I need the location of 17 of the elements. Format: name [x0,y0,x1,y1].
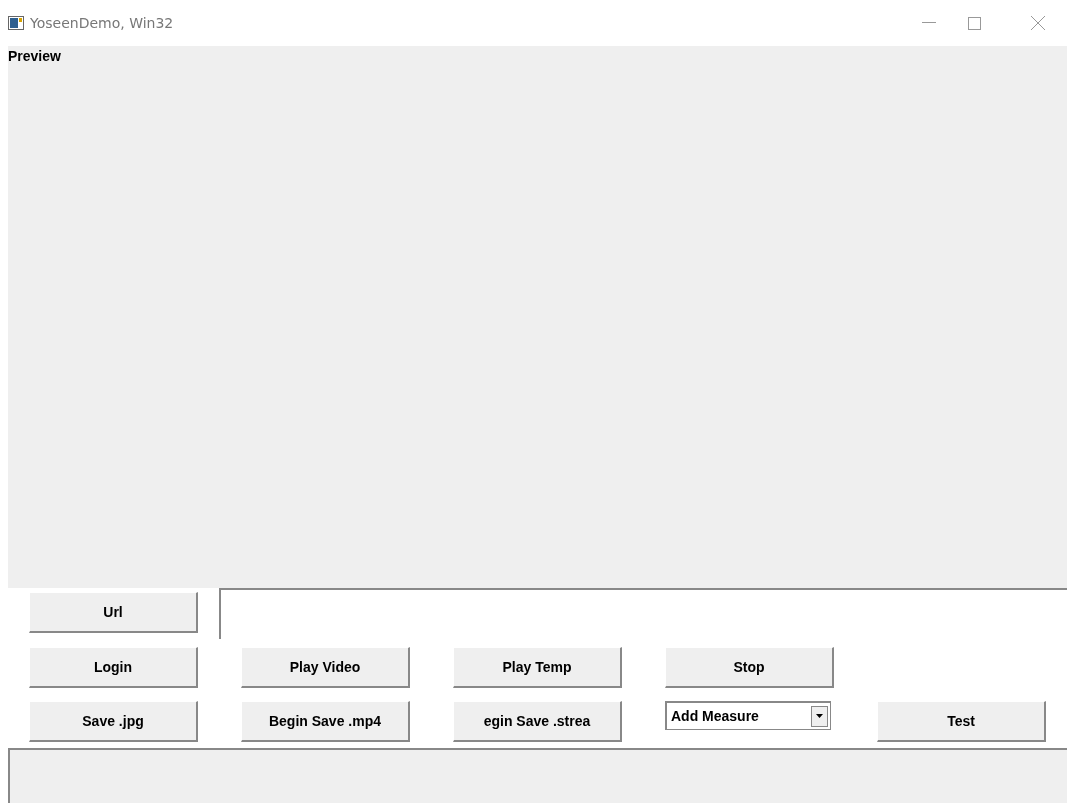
push-button[interactable]: Play Video [241,647,410,688]
window-title: YoseenDemo, Win32 [30,15,174,31]
url-button[interactable]: Url [29,592,198,633]
push-button[interactable]: Stop [665,647,834,688]
url-field[interactable] [219,588,1067,639]
push-button[interactable]: egin Save .strea [453,701,622,742]
push-button[interactable]: Test [877,701,1046,742]
push-button[interactable]: Begin Save .mp4 [241,701,410,742]
measure-dropdown[interactable]: Add Measure [665,701,831,730]
maximize-icon[interactable] [968,16,981,30]
preview-label: Preview [8,48,61,64]
push-button[interactable]: Save .jpg [29,701,198,742]
push-button[interactable]: Login [29,647,198,688]
minimize-icon[interactable] [922,22,936,24]
push-button[interactable]: Play Temp [453,647,622,688]
close-icon[interactable] [1031,16,1045,30]
app-icon [8,16,24,30]
